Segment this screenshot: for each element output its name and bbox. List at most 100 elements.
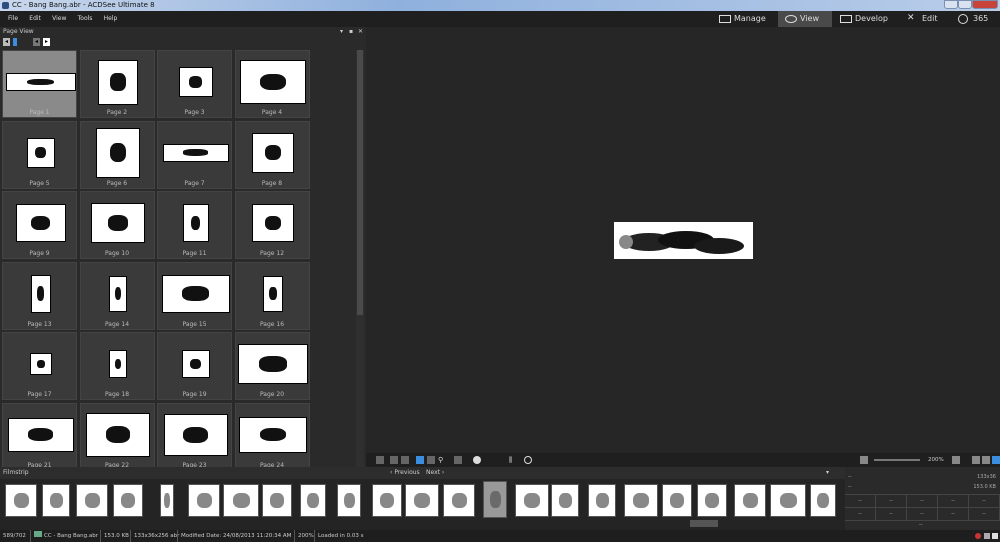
page-thumbnail[interactable]: Page 24 (234, 402, 310, 467)
page-slider[interactable] (13, 38, 17, 46)
filmstrip-thumbnail[interactable] (372, 484, 402, 517)
page-thumbnail[interactable]: Page 2 (79, 50, 155, 118)
page-thumbnail[interactable]: Page 17 (2, 332, 77, 400)
menu-file[interactable]: File (8, 11, 18, 27)
menu-edit[interactable]: Edit (29, 11, 41, 27)
filmstrip (0, 479, 845, 530)
menu-help[interactable]: Help (104, 11, 118, 27)
filmstrip-thumbnail[interactable] (515, 484, 549, 517)
info-panel: -- 133x36 -- 153.0 KB -- -- -- -- -- -- -- -- --… (845, 467, 1000, 530)
page-thumbnail[interactable]: Page 21 (2, 402, 77, 467)
filmstrip-thumbnail[interactable] (76, 484, 108, 517)
image-icon[interactable] (376, 456, 384, 464)
hand-icon[interactable] (416, 456, 424, 464)
filmstrip-thumbnail[interactable] (113, 484, 143, 517)
page-view-scrollbar[interactable] (356, 50, 364, 467)
filmstrip-thumbnail[interactable] (662, 484, 692, 517)
page-image (252, 132, 294, 173)
mode-view[interactable]: View (778, 11, 832, 27)
page-thumbnail[interactable]: Page 12 (234, 191, 310, 259)
page-thumbnail[interactable]: Page 20 (234, 332, 310, 400)
select-icon[interactable] (427, 456, 435, 464)
page-label: Page 4 (261, 109, 283, 116)
zoom-slider[interactable] (874, 459, 920, 461)
panel-icon[interactable] (984, 533, 990, 539)
zoom-dropdown[interactable] (952, 456, 960, 464)
filmstrip-thumbnail[interactable] (188, 484, 220, 517)
fit-image-icon[interactable] (860, 456, 868, 464)
page-thumbnail[interactable]: Page 13 (2, 261, 77, 330)
zoom-icon[interactable]: ⚲ (438, 456, 446, 464)
mode-edit[interactable]: ✕ Edit (900, 11, 950, 27)
filmstrip-thumbnail[interactable] (262, 484, 292, 517)
edit-icon[interactable] (992, 533, 998, 539)
page-label: Page 1 (29, 109, 50, 116)
page-thumbnail[interactable]: Page 23 (157, 402, 232, 467)
mode-365[interactable]: 365 (951, 11, 1000, 27)
menu-bar: File Edit View Tools Help Manage View De… (0, 11, 1000, 27)
page-thumbnail[interactable]: Page 5 (2, 120, 77, 189)
next-button[interactable]: Next › (426, 467, 444, 479)
filmstrip-thumbnail[interactable] (42, 484, 70, 517)
filmstrip-thumbnail[interactable] (160, 484, 174, 517)
mode-manage[interactable]: Manage (712, 11, 778, 27)
filmstrip-thumbnail[interactable] (223, 484, 259, 517)
filmstrip-thumbnail[interactable] (624, 484, 658, 517)
zoom-in-icon[interactable] (972, 456, 980, 464)
page-thumbnail[interactable]: Page 10 (79, 191, 155, 259)
first-page-button[interactable]: ◂ (3, 38, 10, 46)
histogram-icon[interactable] (524, 456, 532, 464)
filmstrip-thumbnail[interactable] (443, 484, 475, 517)
menu-tools[interactable]: Tools (78, 11, 93, 27)
adjust-icon[interactable]: ⫼ (509, 456, 517, 464)
page-thumbnail[interactable]: Page 18 (79, 332, 155, 400)
menu-view[interactable]: View (52, 11, 66, 27)
mode-develop[interactable]: Develop (833, 11, 899, 27)
error-icon[interactable] (975, 533, 981, 539)
maximize-button[interactable] (958, 0, 972, 9)
filmstrip-scrollbar[interactable] (690, 520, 718, 527)
filmstrip-thumbnail[interactable] (483, 481, 507, 518)
page-thumbnail[interactable]: Page 8 (234, 120, 310, 189)
page-thumbnail[interactable]: Page 15 (157, 261, 232, 330)
filmstrip-thumbnail[interactable] (337, 484, 361, 517)
page-image (240, 60, 306, 104)
next-page-button[interactable]: ▸ (43, 38, 50, 46)
page-image (29, 353, 52, 375)
pen-icon[interactable] (992, 456, 1000, 464)
filmstrip-thumbnail[interactable] (300, 484, 326, 517)
page-thumbnail[interactable]: Page 3 (157, 50, 232, 118)
page-thumbnail[interactable]: Page 1 (2, 50, 77, 118)
page-thumbnail[interactable]: Page 14 (79, 261, 155, 330)
panel-menu-icon[interactable]: ▾ (340, 27, 343, 36)
filmstrip-menu-icon[interactable]: ▾ (826, 467, 829, 479)
page-thumbnail[interactable]: Page 11 (157, 191, 232, 259)
rotate-left-icon[interactable] (390, 456, 398, 464)
page-thumbnail[interactable]: Page 22 (79, 402, 155, 467)
page-thumbnail[interactable]: Page 7 (157, 120, 232, 189)
page-thumbnail[interactable]: Page 4 (234, 50, 310, 118)
filmstrip-thumbnail[interactable] (770, 484, 806, 517)
actual-size-icon[interactable] (982, 456, 990, 464)
filmstrip-thumbnail[interactable] (697, 484, 727, 517)
previous-button[interactable]: ‹ Previous (390, 467, 420, 479)
previous-page-button[interactable]: ◂ (33, 38, 40, 46)
color-icon[interactable] (473, 456, 481, 464)
filmstrip-thumbnail[interactable] (734, 484, 766, 517)
close-panel-icon[interactable]: ✕ (358, 27, 363, 36)
page-thumbnail[interactable]: Page 9 (2, 191, 77, 259)
close-button[interactable] (972, 0, 998, 9)
rotate-right-icon[interactable] (401, 456, 409, 464)
fit-icon[interactable] (454, 456, 462, 464)
minimize-button[interactable] (944, 0, 958, 9)
info-cell: -- (938, 495, 969, 508)
pin-icon[interactable]: ▪ (349, 27, 353, 36)
filmstrip-thumbnail[interactable] (588, 484, 616, 517)
filmstrip-thumbnail[interactable] (810, 484, 836, 517)
page-thumbnail[interactable]: Page 19 (157, 332, 232, 400)
page-thumbnail[interactable]: Page 6 (79, 120, 155, 189)
filmstrip-thumbnail[interactable] (5, 484, 37, 517)
filmstrip-thumbnail[interactable] (551, 484, 579, 517)
page-thumbnail[interactable]: Page 16 (234, 261, 310, 330)
filmstrip-thumbnail[interactable] (405, 484, 439, 517)
